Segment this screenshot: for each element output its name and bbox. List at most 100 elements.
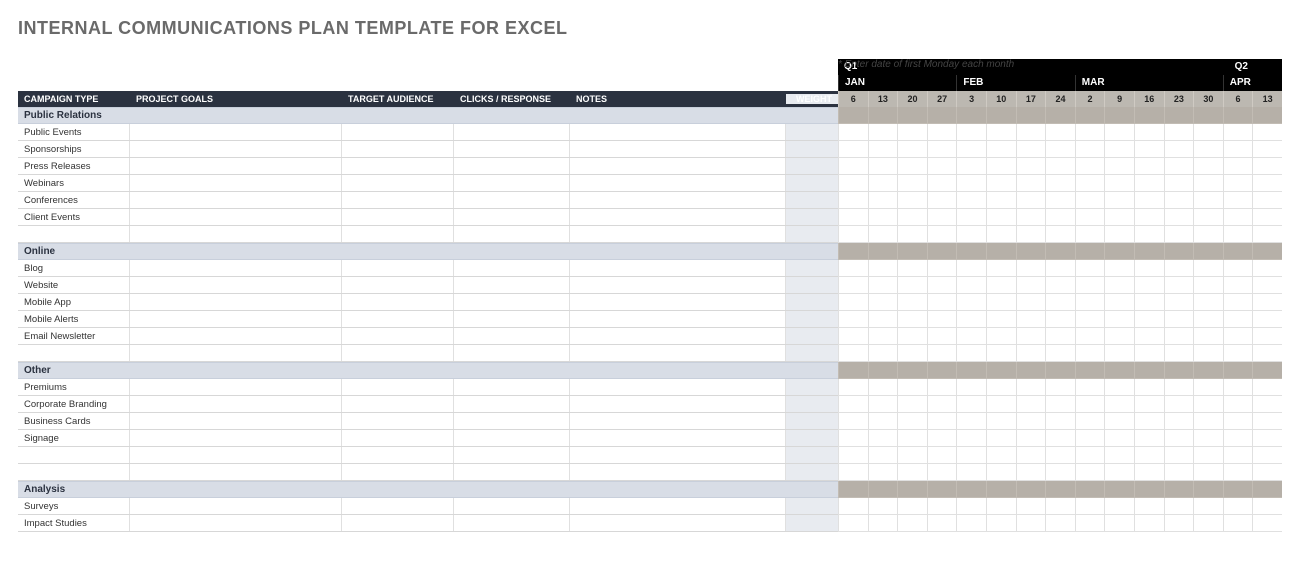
cell-target[interactable] (342, 498, 454, 514)
calendar-cell[interactable] (1016, 328, 1046, 345)
cell-weight[interactable] (786, 158, 838, 174)
cell-goals[interactable] (130, 209, 342, 225)
calendar-cell[interactable] (897, 158, 927, 175)
calendar-cell[interactable] (986, 515, 1016, 532)
cell-goals[interactable] (130, 226, 342, 242)
calendar-cell[interactable] (1164, 141, 1194, 158)
calendar-cell[interactable] (897, 226, 927, 243)
calendar-cell[interactable] (1164, 379, 1194, 396)
calendar-cell[interactable] (1134, 396, 1164, 413)
cell-notes[interactable] (570, 158, 786, 174)
cell-target[interactable] (342, 277, 454, 293)
calendar-cell[interactable] (1252, 515, 1282, 532)
calendar-cell[interactable] (1134, 498, 1164, 515)
calendar-cell[interactable] (1223, 260, 1253, 277)
cell-notes[interactable] (570, 124, 786, 140)
calendar-cell[interactable] (1164, 260, 1194, 277)
calendar-cell[interactable] (1193, 260, 1223, 277)
cell-clicks[interactable] (454, 209, 570, 225)
cell-campaign[interactable]: Webinars (18, 175, 130, 191)
cell-weight[interactable] (786, 328, 838, 344)
calendar-cell[interactable] (1016, 175, 1046, 192)
calendar-cell[interactable] (1075, 158, 1105, 175)
calendar-cell[interactable] (897, 260, 927, 277)
calendar-cell[interactable] (1016, 226, 1046, 243)
calendar-cell[interactable] (1164, 396, 1194, 413)
calendar-cell[interactable] (927, 396, 957, 413)
calendar-cell[interactable] (1075, 345, 1105, 362)
calendar-cell[interactable] (1134, 447, 1164, 464)
calendar-cell[interactable] (1134, 141, 1164, 158)
calendar-cell[interactable] (1223, 158, 1253, 175)
calendar-cell[interactable] (1134, 124, 1164, 141)
cell-target[interactable] (342, 141, 454, 157)
calendar-cell[interactable] (868, 464, 898, 481)
calendar-cell[interactable] (1134, 209, 1164, 226)
cell-weight[interactable] (786, 413, 838, 429)
cell-campaign[interactable]: Email Newsletter (18, 328, 130, 344)
calendar-cell[interactable] (956, 158, 986, 175)
cell-target[interactable] (342, 447, 454, 463)
calendar-cell[interactable] (1104, 158, 1134, 175)
calendar-cell[interactable] (1252, 124, 1282, 141)
calendar-cell[interactable] (1193, 447, 1223, 464)
calendar-cell[interactable] (1104, 124, 1134, 141)
cell-target[interactable] (342, 158, 454, 174)
cell-notes[interactable] (570, 294, 786, 310)
cell-target[interactable] (342, 260, 454, 276)
calendar-cell[interactable] (1134, 175, 1164, 192)
calendar-cell[interactable] (1252, 175, 1282, 192)
calendar-cell[interactable] (1104, 413, 1134, 430)
calendar-cell[interactable] (956, 379, 986, 396)
calendar-cell[interactable] (1223, 192, 1253, 209)
calendar-cell[interactable] (1252, 379, 1282, 396)
cell-goals[interactable] (130, 124, 342, 140)
calendar-cell[interactable] (1134, 311, 1164, 328)
calendar-cell[interactable] (1016, 430, 1046, 447)
calendar-cell[interactable] (1075, 515, 1105, 532)
cell-weight[interactable] (786, 260, 838, 276)
calendar-cell[interactable] (1075, 294, 1105, 311)
calendar-cell[interactable] (986, 328, 1016, 345)
cell-goals[interactable] (130, 464, 342, 480)
calendar-cell[interactable] (897, 464, 927, 481)
calendar-cell[interactable] (1164, 413, 1194, 430)
calendar-cell[interactable] (1193, 396, 1223, 413)
cell-weight[interactable] (786, 311, 838, 327)
calendar-cell[interactable] (897, 396, 927, 413)
calendar-cell[interactable] (897, 345, 927, 362)
calendar-cell[interactable] (1252, 498, 1282, 515)
calendar-cell[interactable] (897, 141, 927, 158)
calendar-cell[interactable] (986, 226, 1016, 243)
calendar-cell[interactable] (868, 345, 898, 362)
cell-notes[interactable] (570, 396, 786, 412)
calendar-cell[interactable] (1223, 209, 1253, 226)
calendar-cell[interactable] (1223, 277, 1253, 294)
calendar-cell[interactable] (1104, 328, 1134, 345)
cell-target[interactable] (342, 294, 454, 310)
cell-weight[interactable] (786, 277, 838, 293)
calendar-cell[interactable] (897, 311, 927, 328)
calendar-cell[interactable] (1016, 396, 1046, 413)
calendar-cell[interactable] (1075, 141, 1105, 158)
calendar-cell[interactable] (927, 345, 957, 362)
calendar-cell[interactable] (1252, 311, 1282, 328)
calendar-cell[interactable] (1134, 226, 1164, 243)
calendar-cell[interactable] (956, 124, 986, 141)
cell-goals[interactable] (130, 345, 342, 361)
calendar-cell[interactable] (986, 464, 1016, 481)
calendar-cell[interactable] (1164, 158, 1194, 175)
calendar-cell[interactable] (897, 328, 927, 345)
calendar-cell[interactable] (1016, 464, 1046, 481)
calendar-cell[interactable] (897, 447, 927, 464)
calendar-cell[interactable] (1134, 345, 1164, 362)
calendar-cell[interactable] (986, 396, 1016, 413)
calendar-cell[interactable] (1193, 498, 1223, 515)
calendar-cell[interactable] (986, 124, 1016, 141)
cell-goals[interactable] (130, 192, 342, 208)
cell-target[interactable] (342, 515, 454, 531)
calendar-cell[interactable] (1104, 209, 1134, 226)
calendar-cell[interactable] (1164, 328, 1194, 345)
calendar-cell[interactable] (927, 209, 957, 226)
calendar-cell[interactable] (1134, 328, 1164, 345)
